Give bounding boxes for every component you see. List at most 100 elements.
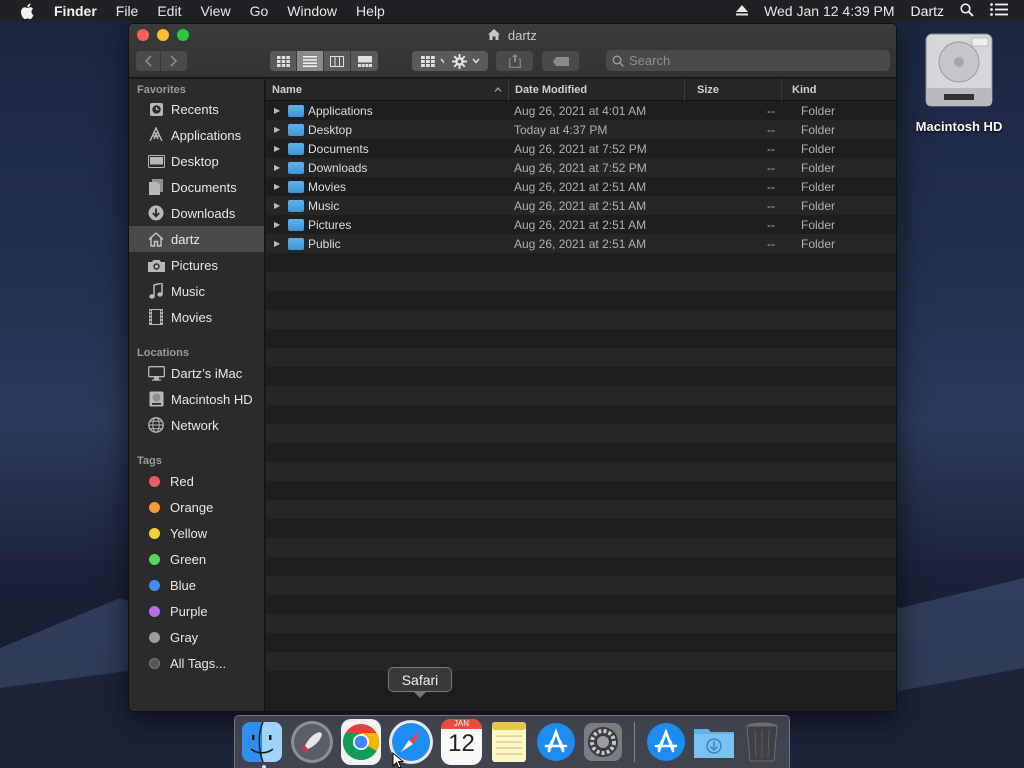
eject-icon[interactable] [736, 3, 749, 19]
row-name: Movies [308, 179, 347, 194]
chrome-icon [343, 724, 380, 761]
disclosure-triangle-icon[interactable]: ▶ [274, 220, 288, 229]
sidebar-tag-orange[interactable]: Orange [129, 494, 264, 520]
sidebar-tag-yellow[interactable]: Yellow [129, 520, 264, 546]
disclosure-triangle-icon[interactable]: ▶ [274, 163, 288, 172]
sidebar-item-documents[interactable]: Documents [129, 174, 264, 200]
dock-launchpad[interactable] [290, 719, 334, 765]
dock-finder[interactable] [241, 719, 283, 768]
sidebar-item-label: Red [170, 473, 194, 489]
share-button[interactable] [496, 51, 533, 71]
menu-file[interactable]: File [116, 3, 139, 19]
column-header-size-label: Size [697, 83, 720, 96]
empty-row [266, 443, 896, 462]
column-header-kind[interactable]: Kind [782, 79, 896, 101]
sidebar-item-downloads[interactable]: Downloads [129, 200, 264, 226]
file-rows: ▶ Applications Aug 26, 2021 at 4:01 AM --… [266, 101, 896, 253]
row-size: -- [767, 160, 775, 175]
sidebar-item-network[interactable]: Network [129, 412, 264, 438]
sidebar-item-dartz[interactable]: dartz [129, 226, 264, 252]
row-name: Applications [308, 103, 373, 118]
table-row[interactable]: ▶ Documents Aug 26, 2021 at 7:52 PM -- Fo… [266, 139, 896, 158]
table-row[interactable]: ▶ Public Aug 26, 2021 at 2:51 AM -- Folde… [266, 234, 896, 253]
sidebar-item-macintosh-hd[interactable]: Macintosh HD [129, 386, 264, 412]
dock-app-store[interactable] [536, 719, 576, 765]
row-size: -- [767, 122, 775, 137]
dock-trash[interactable] [742, 719, 782, 765]
column-header-date[interactable]: Date Modified [509, 78, 685, 101]
table-row[interactable]: ▶ Movies Aug 26, 2021 at 2:51 AM -- Folde… [266, 177, 896, 196]
back-button[interactable] [136, 51, 161, 71]
spotlight-search-icon[interactable] [960, 2, 974, 20]
column-header-name[interactable]: Name [266, 78, 509, 101]
table-row[interactable]: ▶ Pictures Aug 26, 2021 at 2:51 AM -- Fol… [266, 215, 896, 234]
list-view-button[interactable] [297, 51, 324, 71]
sidebar-item-pictures[interactable]: Pictures [129, 252, 264, 278]
sidebar-item-movies[interactable]: Movies [129, 304, 264, 330]
sidebar-tag-all-tags[interactable]: All Tags... [129, 650, 264, 676]
sidebar-item-label: Macintosh HD [171, 391, 253, 407]
menu-edit[interactable]: Edit [157, 3, 181, 19]
row-kind: Folder [801, 122, 836, 137]
table-row[interactable]: ▶ Downloads Aug 26, 2021 at 7:52 PM -- Fo… [266, 158, 896, 177]
sidebar-item-label: Network [171, 417, 219, 433]
disclosure-triangle-icon[interactable]: ▶ [274, 125, 288, 134]
forward-button[interactable] [161, 51, 187, 71]
table-row[interactable]: ▶ Desktop Today at 4:37 PM -- Folder [266, 120, 896, 139]
disclosure-triangle-icon[interactable]: ▶ [274, 239, 288, 248]
sidebar-item-music[interactable]: Music [129, 278, 264, 304]
menu-app-finder[interactable]: Finder [54, 3, 97, 19]
row-name: Desktop [308, 122, 353, 137]
sidebar-item-recents[interactable]: Recents [129, 96, 264, 122]
sidebar-item-imac[interactable]: Dartz’s iMac [129, 360, 264, 386]
folder-icon [288, 237, 304, 250]
apple-menu-icon[interactable] [20, 3, 54, 19]
disclosure-triangle-icon[interactable]: ▶ [274, 106, 288, 115]
menu-help[interactable]: Help [356, 3, 385, 19]
sidebar-tag-red[interactable]: Red [129, 468, 264, 494]
empty-row [266, 310, 896, 329]
gallery-view-button[interactable] [351, 51, 378, 71]
empty-row [266, 424, 896, 443]
column-header-size[interactable]: Size [685, 78, 782, 101]
sidebar-item-applications[interactable]: Applications [129, 122, 264, 148]
sidebar-tag-gray[interactable]: Gray [129, 624, 264, 650]
menubar-clock[interactable]: Wed Jan 12 4:39 PM [764, 3, 894, 19]
dock-downloads-stack[interactable] [693, 719, 735, 765]
dock-notes[interactable] [489, 719, 529, 765]
sidebar-tag-purple[interactable]: Purple [129, 598, 264, 624]
empty-row [266, 576, 896, 595]
disclosure-triangle-icon[interactable]: ▶ [274, 201, 288, 210]
window-titlebar[interactable]: dartz [129, 24, 896, 78]
disclosure-triangle-icon[interactable]: ▶ [274, 144, 288, 153]
disclosure-triangle-icon[interactable]: ▶ [274, 182, 288, 191]
sidebar-tag-blue[interactable]: Blue [129, 572, 264, 598]
dock-system-preferences[interactable] [583, 719, 623, 765]
icon-view-button[interactable] [270, 51, 297, 71]
edit-tags-button[interactable] [542, 51, 579, 71]
rocket-icon [291, 721, 333, 763]
column-view-button[interactable] [324, 51, 351, 71]
row-size: -- [767, 236, 775, 251]
empty-row [266, 595, 896, 614]
table-row[interactable]: ▶ Applications Aug 26, 2021 at 4:01 AM --… [266, 101, 896, 120]
search-input[interactable] [629, 53, 879, 68]
action-menu-button[interactable] [444, 51, 488, 71]
sidebar-item-desktop[interactable]: Desktop [129, 148, 264, 174]
empty-row [266, 405, 896, 424]
notification-center-icon[interactable] [990, 3, 1008, 19]
desktop-macintosh-hd[interactable]: Macintosh HD [913, 32, 1005, 134]
menu-view[interactable]: View [200, 3, 230, 19]
menu-window[interactable]: Window [287, 3, 337, 19]
dock-calendar[interactable]: JAN 12 [441, 719, 482, 765]
dock-app-store-downloads[interactable] [645, 719, 685, 765]
dock-chrome[interactable] [341, 719, 382, 765]
sidebar-item-label: Gray [170, 629, 199, 645]
nav-buttons [136, 51, 187, 71]
search-field[interactable] [606, 50, 890, 71]
table-row[interactable]: ▶ Music Aug 26, 2021 at 2:51 AM -- Folder [266, 196, 896, 215]
menubar-user[interactable]: Dartz [911, 3, 944, 19]
menu-go[interactable]: Go [250, 3, 269, 19]
sidebar-tag-green[interactable]: Green [129, 546, 264, 572]
sidebar-item-label: Pictures [171, 257, 218, 273]
